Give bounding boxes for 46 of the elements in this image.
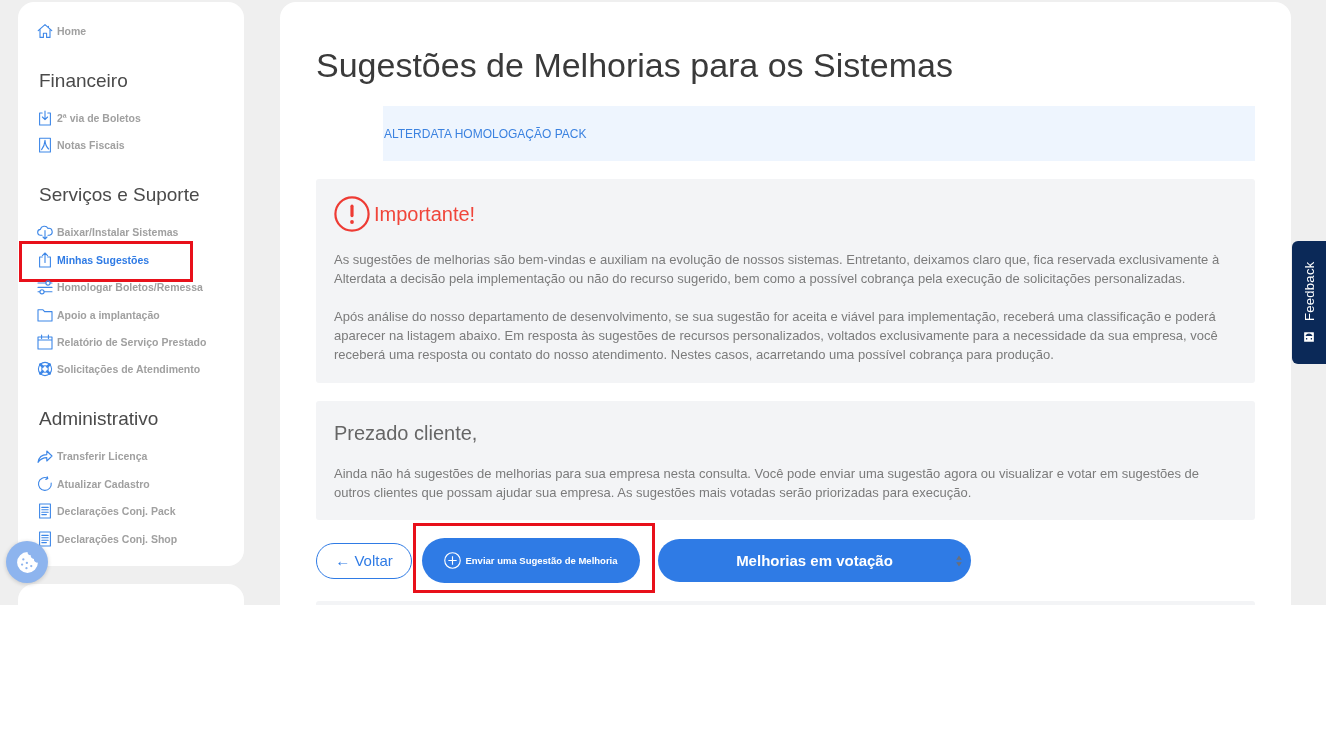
sort-arrows-icon [956, 554, 962, 567]
sidebar-link[interactable]: Declarações Conj. Shop [37, 529, 178, 548]
page-title: Sugestões de Melhorias para os Sistemas [316, 45, 954, 86]
section-heading: Administrativo [39, 407, 160, 432]
notice-text: As sugestões de melhorias são bem-vindas e auxiliam na evolução de nossos sistemas. Entretanto, deixamos claro que, fica reservada exclusivamente à Alterdata a decisão pela implementação ou não do recurso sugerido, bem como a possível cobrança pela execução de solicitações personalizadas. [334, 251, 1221, 288]
send-suggestion-button[interactable]: Enviar uma Sugestão de Melhoria [422, 538, 640, 583]
sidebar-link[interactable]: Homologar Boletos/Remessa [37, 278, 203, 297]
smiley-icon [1303, 331, 1315, 344]
message-text: Ainda não há sugestões de melhorias para sua empresa nesta consulta. Você pode enviar uma sugestão agora ou visualizar e votar em sugestões de outros clientes que possam ajudar sua empresa. As sugestões mais votadas serão priorizadas para execução. [334, 464, 1201, 502]
sidebar-link[interactable]: Minhas Sugestões [37, 250, 150, 269]
sidebar-link[interactable]: Relatório de Serviço Prestado [37, 332, 207, 351]
document-icon [37, 530, 53, 547]
feedback-tab[interactable]: Feedback [1292, 241, 1326, 364]
cookie-icon [14, 549, 40, 575]
plus-circle-icon [444, 552, 462, 569]
sidebar-link[interactable]: Notas Fiscais [37, 136, 125, 155]
share-arrow-icon [37, 448, 53, 465]
notice-text: Após análise do nosso departamento de desenvolvimento, se sua sugestão for aceita e viável para implementação, receberá uma classificação e poderá aparecer na listagem abaixo. Em resposta às sugestões de recursos personalizados, voltados exclusivamente para a necessidade da sua empresa, você receberá uma resposta ou contato do nosso atendimento. Nestes casos, acarretando uma possível cobrança para produção. [334, 308, 1219, 364]
lifebuoy-icon [37, 361, 53, 378]
message-title: Prezado cliente, [334, 421, 479, 445]
cloud-download-icon [37, 224, 53, 241]
refresh-icon [37, 475, 53, 492]
file-icon [37, 137, 53, 154]
voting-select[interactable]: Melhorias em votação [658, 539, 971, 582]
document-icon [37, 503, 53, 520]
sidebar-link[interactable]: Transferir Licença [37, 447, 148, 466]
company-banner: ALTERDATA HOMOLOGAÇÃO PACK [383, 106, 1255, 161]
sidebar-link[interactable]: Declarações Conj. Pack [37, 502, 176, 521]
section-heading: Financeiro [39, 69, 129, 93]
sidebar-link[interactable]: 2ª via de Boletos [37, 109, 141, 127]
section-heading: Serviços e Suporte [39, 183, 201, 208]
sidebar-link[interactable]: Baixar/Instalar Sistemas [37, 223, 179, 242]
alert-icon [334, 196, 370, 232]
sidebar-link[interactable]: Home [37, 22, 87, 40]
calendar-icon [37, 333, 53, 350]
sidebar-link[interactable]: Apoio a implantação [37, 305, 160, 324]
sidebar-link[interactable]: Atualizar Cadastro [37, 474, 150, 493]
folder-icon [37, 306, 53, 323]
cookie-button[interactable] [6, 541, 48, 583]
notice-title: Importante! [374, 202, 476, 226]
sidebar-link[interactable]: Solicitações de Atendimento [37, 360, 201, 379]
sliders-icon [37, 279, 53, 296]
upload-icon [37, 251, 53, 268]
home-icon [37, 23, 53, 39]
download-icon [37, 110, 53, 126]
back-button[interactable]: ← Voltar [316, 542, 412, 579]
